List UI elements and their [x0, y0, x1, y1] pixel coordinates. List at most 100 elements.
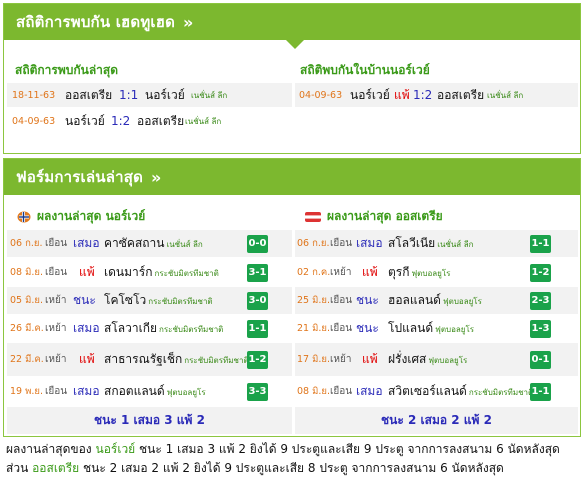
opponent: โปแลนด์ ฟุตบอลยูโร [388, 319, 474, 338]
match-result: แพ้ [394, 87, 410, 102]
left-form-summary: ชนะ 1 เสมอ 3 แพ้ 2 [7, 407, 292, 434]
home-team: นอร์เวย์ [350, 87, 390, 102]
left-team-heading: ผลงานล่าสุด นอร์เวย์ [17, 207, 145, 226]
left-team-heading-text: ผลงานล่าสุด นอร์เวย์ [37, 209, 146, 223]
home-team: นอร์เวย์ [65, 113, 105, 128]
score-badge: 0-0 [247, 234, 268, 253]
match-date: 25 มิ.ย. [297, 295, 330, 306]
league-name: ฟุตบอลยูโร [435, 325, 475, 334]
opponent: ฝรั่งเศส ฟุตบอลยูโร [388, 350, 467, 369]
form-panel: ฟอร์มการเล่นล่าสุด » ผลงานล่าสุด นอร์เวย… [3, 158, 581, 437]
league-name: กระชับมิตรทีมชาติ [159, 325, 224, 334]
opponent: ตุรกี ฟุตบอลยูโร [388, 263, 450, 282]
match-venue: เยือน [330, 238, 353, 249]
header-notch [286, 40, 304, 49]
form-row[interactable]: 08 มิ.ย. เยือน เสมอ สวิตเซอร์แลนด์ กระชับมิต… [295, 378, 578, 405]
match-date: 06 ก.ย. [297, 238, 330, 249]
match-venue: เยือน [45, 386, 68, 397]
opponent: เดนมาร์ก กระชับมิตรทีมชาติ [104, 263, 219, 282]
form-row[interactable]: 26 มี.ค. เหย้า เสมอ สโลวาเกีย กระชับมิตรทีมช… [7, 315, 292, 342]
home-team: ออสเตรีย [65, 87, 113, 102]
league-name: ฟุตบอลยูโร [428, 356, 468, 365]
form-row[interactable]: 19 พ.ย. เยือน เสมอ สกอตแลนด์ ฟุตบอลยูโร 3-3 [7, 378, 292, 405]
score-badge: 2-3 [530, 291, 551, 310]
opponent-name: เดนมาร์ก [104, 265, 153, 279]
match-date: 08 มิ.ย. [10, 267, 43, 278]
match-venue: เยือน [330, 323, 353, 334]
away-team: ออสเตรีย [137, 113, 185, 128]
away-team: นอร์เวย์ [145, 87, 185, 102]
opponent: สวิตเซอร์แลนด์ กระชับมิตรทีมชาติ [388, 382, 533, 401]
form-row[interactable]: 21 มิ.ย. เยือน ชนะ โปแลนด์ ฟุตบอลยูโร 1-3 [295, 315, 578, 342]
score-badge: 3-1 [247, 263, 268, 282]
form-row[interactable]: 05 มิ.ย. เหย้า ชนะ โคโซโว กระชับมิตรทีมชาติ 3… [7, 287, 292, 314]
h2h-row[interactable]: 04-09-63 นอร์เวย์ 1:2 ออสเตรีย เนชั่นส์ … [7, 109, 292, 133]
opponent-name: โคโซโว [104, 293, 147, 307]
league-name: กระชับมิตรทีมชาติ [468, 388, 534, 397]
score-badge: 1-1 [530, 234, 551, 253]
match-venue: เหย้า [330, 354, 352, 365]
form-row[interactable]: 17 มิ.ย. เหย้า แพ้ ฝรั่งเศส ฟุตบอลยูโร 0-1 [295, 343, 578, 376]
opponent-name: สโลวีเนีย [388, 236, 436, 250]
form-header: ฟอร์มการเล่นล่าสุด » [4, 159, 580, 195]
match-venue: เยือน [45, 238, 68, 249]
opponent-name: โปแลนด์ [388, 321, 434, 335]
norway-flag-icon [17, 211, 31, 222]
match-venue: เยือน [330, 386, 353, 397]
match-result: แพ้ [362, 265, 378, 279]
match-score: 1:2 [111, 114, 131, 128]
match-result: แพ้ [79, 265, 95, 279]
opponent-name: สโลวาเกีย [104, 321, 157, 335]
match-score: 1:2 [413, 88, 433, 102]
league-name: เนชั่นส์ ลีก [191, 90, 228, 100]
desc-team2[interactable]: ออสเตรีย [32, 461, 79, 475]
score-badge: 1-3 [530, 319, 551, 338]
match-venue: เหย้า [45, 323, 67, 334]
match-date: 17 มิ.ย. [297, 354, 330, 365]
league-name: กระชับมิตรทีมชาติ [184, 355, 249, 365]
form-row[interactable]: 02 ก.ค. เหย้า แพ้ ตุรกี ฟุตบอลยูโร 1-2 [295, 259, 578, 286]
match-result: เสมอ [73, 384, 100, 398]
opponent-name: คาซัคสถาน [104, 236, 165, 250]
match-venue: เยือน [330, 295, 353, 306]
away-team: ออสเตรีย [437, 87, 485, 102]
h2h-title: สถิติการพบกัน เฮดทูเฮด [16, 13, 176, 31]
match-score: 1:1 [119, 88, 139, 102]
desc-suffix: ชนะ 2 เสมอ 2 แพ้ 2 ยิงได้ 9 ประตูและเสีย… [79, 461, 504, 475]
opponent-name: ฝรั่งเศส [388, 352, 427, 366]
match-date: 08 มิ.ย. [297, 386, 330, 397]
match-date: 04-09-63 [299, 89, 343, 101]
league-name: กระชับมิตรทีมชาติ [148, 297, 213, 306]
chevron-icon: » [151, 167, 162, 187]
match-result: เสมอ [356, 384, 383, 398]
match-venue: เหย้า [45, 295, 67, 306]
match-date: 19 พ.ย. [10, 386, 43, 397]
h2h-row[interactable]: 18-11-63 ออสเตรีย 1:1 นอร์เวย์ เนชั่นส์ … [7, 83, 292, 107]
score-badge: 1-1 [530, 382, 551, 401]
h2h-home-row[interactable]: 04-09-63 นอร์เวย์ แพ้ 1:2 ออสเตรีย เนชั่… [295, 83, 578, 107]
form-row[interactable]: 06 ก.ย. เยือน เสมอ สโลวีเนีย เนชั่นส์ ลีก 1-1 [295, 230, 578, 257]
opponent-name: สวิตเซอร์แลนด์ [388, 384, 467, 398]
form-row[interactable]: 06 ก.ย. เยือน เสมอ คาซัคสถาน เนชั่นส์ ลีก 0-0 [7, 230, 292, 257]
form-row[interactable]: 08 มิ.ย. เยือน แพ้ เดนมาร์ก กระชับมิตรทีมชาต… [7, 259, 292, 286]
league-name: กระชับมิตรทีมชาติ [154, 269, 219, 278]
match-venue: เหย้า [330, 267, 352, 278]
opponent: สโลวาเกีย กระชับมิตรทีมชาติ [104, 319, 223, 338]
opponent: ฮอลแลนด์ ฟุตบอลยูโร [388, 291, 482, 310]
form-description: ผลงานล่าสุดของ นอร์เวย์ ชนะ 1 เสมอ 3 แพ้… [6, 440, 580, 478]
form-row[interactable]: 22 มี.ค. เหย้า แพ้ สาธารณรัฐเช็ก กระชับมิตรท… [7, 343, 292, 376]
league-name: เนชั่นส์ ลีก [166, 240, 203, 249]
match-result: เสมอ [73, 236, 100, 250]
match-result: ชนะ [73, 293, 96, 307]
h2h-header: สถิติการพบกัน เฮดทูเฮด » [4, 4, 580, 40]
opponent-name: สาธารณรัฐเช็ก [104, 351, 183, 366]
form-row[interactable]: 25 มิ.ย. เยือน ชนะ ฮอลแลนด์ ฟุตบอลยูโร 2-3 [295, 287, 578, 314]
form-title: ฟอร์มการเล่นล่าสุด [16, 168, 144, 186]
match-result: แพ้ [79, 352, 95, 366]
opponent: สกอตแลนด์ ฟุตบอลยูโร [104, 382, 206, 401]
score-badge: 1-1 [247, 319, 268, 338]
opponent-name: ตุรกี [388, 265, 410, 279]
desc-team1[interactable]: นอร์เวย์ [95, 442, 135, 456]
chevron-icon: » [183, 12, 194, 32]
right-team-heading: ผลงานล่าสุด ออสเตรีย [305, 207, 443, 226]
